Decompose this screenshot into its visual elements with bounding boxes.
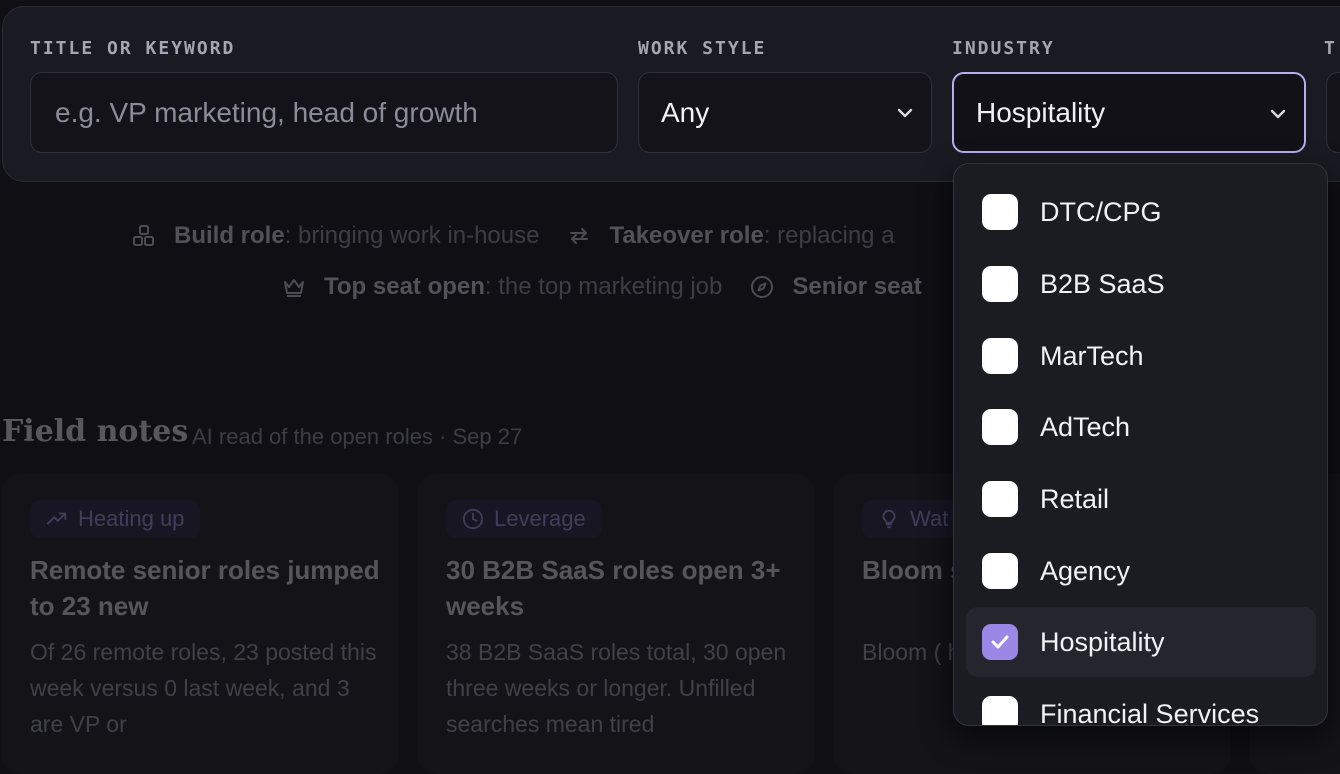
note-card[interactable]: Heating up Remote senior roles jumped to… <box>2 474 398 774</box>
chevron-down-icon <box>897 108 913 118</box>
checkbox[interactable] <box>982 194 1018 230</box>
option-retail[interactable]: Retail <box>966 464 1316 534</box>
work-style-select[interactable]: Any <box>638 72 932 153</box>
industry-label: INDUSTRY <box>952 38 1055 59</box>
note-tag-label: Wat <box>910 506 949 531</box>
work-style-label: WORK STYLE <box>638 38 767 59</box>
keyword-field[interactable] <box>30 72 618 153</box>
industry-dropdown: DTC/CPG B2B SaaS MarTech AdTech Retail A… <box>953 163 1328 726</box>
note-tag: Leverage <box>446 500 602 538</box>
field-notes-subtitle: AI read of the open roles · Sep 27 <box>192 424 523 449</box>
checkbox[interactable] <box>982 338 1018 374</box>
option-b2b-saas[interactable]: B2B SaaS <box>966 249 1316 319</box>
legend-name: Takeover role <box>609 222 764 249</box>
keyword-input[interactable] <box>53 95 617 130</box>
lightbulb-icon <box>882 509 896 529</box>
option-label: Hospitality <box>1040 626 1165 657</box>
legend-desc: : bringing work in-house <box>284 222 540 249</box>
checkbox[interactable] <box>982 481 1018 517</box>
note-tag: Heating up <box>30 500 201 538</box>
field-notes-title: Field notes <box>2 414 189 449</box>
note-body: Of 26 remote roles, 23 posted this week … <box>30 639 377 737</box>
option-label: B2B SaaS <box>1040 268 1165 299</box>
option-financial-services[interactable]: Financial Services <box>966 679 1316 726</box>
note-card[interactable]: Leverage 30 B2B SaaS roles open 3+ weeks… <box>418 474 814 774</box>
legend-row-2: Top seat open: the top marketing job Sen… <box>282 273 922 301</box>
swap-arrows-icon <box>570 228 589 244</box>
checkbox[interactable] <box>982 409 1018 445</box>
checkbox[interactable] <box>982 696 1018 725</box>
option-label: Agency <box>1040 555 1131 586</box>
legend-name: Build role <box>174 222 285 249</box>
legend-row-1: Build role: bringing work in-house Takeo… <box>132 222 895 250</box>
checkbox-checked[interactable] <box>982 624 1018 660</box>
checkbox[interactable] <box>982 553 1018 589</box>
note-title: Remote senior roles jumped to 23 new <box>30 555 380 621</box>
note-tag: Wat <box>862 500 965 538</box>
note-tag-label: Heating up <box>78 506 185 531</box>
clock-icon <box>462 508 484 530</box>
option-label: DTC/CPG <box>1040 196 1162 227</box>
keyword-label: TITLE OR KEYWORD <box>30 38 236 59</box>
industry-value: Hospitality <box>976 96 1106 128</box>
legend-name: Top seat open <box>324 273 485 300</box>
option-label: AdTech <box>1040 411 1131 442</box>
legend-desc: : the top marketing job <box>484 273 723 300</box>
crown-icon <box>284 279 304 297</box>
industry-select[interactable]: Hospitality <box>952 72 1306 153</box>
checkmark-icon <box>991 635 1009 649</box>
compass-icon <box>751 276 774 298</box>
option-hospitality[interactable]: Hospitality <box>966 607 1316 677</box>
option-dtc-cpg[interactable]: DTC/CPG <box>966 177 1316 247</box>
checkbox[interactable] <box>982 266 1018 302</box>
note-title: 30 B2B SaaS roles open 3+ weeks <box>446 555 781 621</box>
legend-name: Senior seat <box>792 273 922 300</box>
blocks-icon <box>133 225 154 246</box>
option-label: Financial Services <box>1040 698 1260 726</box>
option-martech[interactable]: MarTech <box>966 321 1316 391</box>
option-adtech[interactable]: AdTech <box>966 392 1316 462</box>
option-label: Retail <box>1040 483 1110 514</box>
trending-up-icon <box>46 512 67 525</box>
option-label: MarTech <box>1040 340 1144 371</box>
legend-desc: : replacing a <box>763 222 895 249</box>
next-filter-field[interactable] <box>1326 72 1340 153</box>
chevron-down-icon <box>1270 109 1286 119</box>
note-tag-label: Leverage <box>494 506 586 531</box>
option-agency[interactable]: Agency <box>966 536 1316 606</box>
note-body: 38 B2B SaaS roles total, 30 open three w… <box>446 639 787 737</box>
work-style-value: Any <box>661 96 710 128</box>
next-filter-label: T <box>1324 38 1337 59</box>
